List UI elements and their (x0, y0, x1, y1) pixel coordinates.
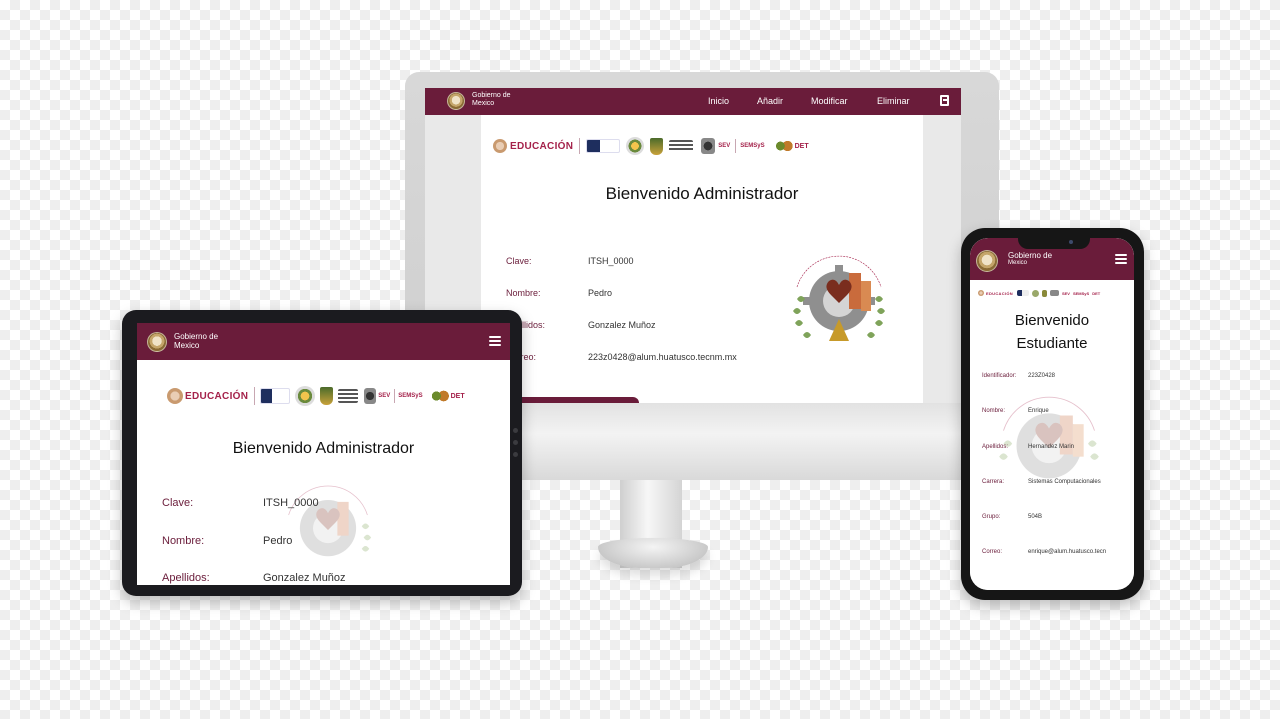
itsh-watermark-icon (288, 485, 372, 557)
tablet-header: Gobierno de Mexico (137, 323, 510, 360)
sev-emblem-icon (701, 138, 716, 154)
field-label-apellidos: Apellidos: (162, 572, 210, 584)
itsh-logo-icon (626, 137, 645, 155)
gobierno-veracruz-logo-icon (338, 389, 359, 403)
field-label-clave: Clave: (162, 497, 194, 509)
welcome-title: Bienvenido Administrador (232, 440, 415, 457)
field-label-nombre: Nombre: (982, 408, 1006, 414)
welcome-title: Bienvenido Administrador (605, 184, 799, 203)
sev-logo: SEV (378, 393, 391, 399)
exit-icon[interactable] (940, 95, 949, 106)
menu-hamburger-icon[interactable] (1115, 254, 1127, 264)
divider (735, 139, 737, 153)
tablet-sensor (513, 440, 518, 445)
menu-hamburger-icon[interactable] (489, 336, 501, 346)
field-value-grupo: 504B (1028, 514, 1043, 520)
divider (394, 389, 396, 403)
logo-strip: EDUCACIÓN SEV SEMSyS DET (493, 135, 863, 157)
nav-anadir[interactable]: Añadir (757, 96, 783, 106)
gov-seal-icon (976, 250, 998, 272)
tablet-screen: Gobierno de Mexico EDUCACIÓN SEV SEMSyS … (137, 323, 510, 585)
field-label-apellidos: Apellidos: (982, 444, 1009, 450)
tablet-content: EDUCACIÓN SEV SEMSyS DET Bienvenido Admi… (155, 360, 492, 585)
field-label-nombre: Nombre: (506, 288, 541, 298)
field-value-apellidos: Gonzalez Muñoz (263, 572, 346, 584)
field-value-apellidos: Gonzalez Muñoz (588, 320, 656, 330)
field-label-carrera: Carrera: (982, 479, 1005, 485)
semsys-logo: SEMSyS (398, 393, 423, 399)
field-value-correo: enrique@alum.huatusco.tecn (1028, 549, 1107, 555)
itsh-logo-icon (295, 386, 316, 406)
gobierno-veracruz-logo-icon (1049, 290, 1059, 296)
divider (254, 387, 256, 405)
educacion-logo: EDUCACIÓN (493, 139, 573, 153)
veracruz-shield-icon (650, 137, 664, 155)
logo-strip: EDUCACIÓN SEV SEMSyS DET (978, 288, 1128, 298)
itsh-emblem-icon (793, 255, 885, 341)
tecnm-logo-icon (1016, 290, 1029, 296)
gov-seal-icon (447, 92, 465, 110)
gov-brand: Gobierno de Mexico (174, 332, 219, 351)
logo-strip: EDUCACIÓN SEV SEMSyS DET (167, 383, 487, 409)
phone-screen: Gobierno de Mexico EDUCACIÓN SEV SEMSyS … (970, 238, 1134, 590)
nav-modificar[interactable]: Modificar (811, 96, 848, 106)
educacion-logo: EDUCACIÓN (986, 290, 1013, 296)
gov-seal-icon (147, 332, 167, 352)
field-label-grupo: Grupo: (982, 514, 1001, 520)
field-value-apellidos: Hernandez Marin (1028, 444, 1075, 450)
semsys-logo: SEMSyS (1072, 290, 1090, 296)
det-logo: DET (794, 142, 809, 150)
field-label-clave: Clave: (506, 256, 532, 266)
det-logo: DET (1092, 290, 1101, 296)
field-label-identificador: Identificador: (982, 373, 1017, 379)
field-value-clave: ITSH_0000 (263, 497, 319, 509)
desktop-header: Gobierno de Mexico Inicio Añadir Modific… (425, 88, 961, 115)
field-label-correo: Correo: (982, 549, 1003, 555)
phone-notch (1018, 233, 1090, 249)
desktop-content: EDUCACIÓN SEV SEMSyS DET Bienvenido Admi… (481, 115, 923, 403)
gobierno-veracruz-logo-icon (669, 140, 694, 152)
phone-camera-icon (1069, 240, 1073, 244)
field-value-identificador: 223Z0428 (1028, 373, 1056, 379)
tecnm-logo-icon (260, 388, 291, 404)
veracruz-shield-icon (1041, 289, 1047, 297)
itsh-logo-icon (1031, 289, 1039, 297)
sev-emblem-icon (364, 388, 377, 404)
tablet-camera (513, 428, 518, 433)
field-value-clave: ITSH_0000 (588, 256, 634, 266)
tecnm-logo-icon (586, 139, 621, 153)
field-value-nombre: Pedro (263, 535, 293, 547)
field-value-nombre: Pedro (588, 288, 613, 298)
educacion-emblem-icon (493, 139, 507, 153)
det-emblem-icon (774, 139, 793, 153)
monitor-base (598, 538, 708, 568)
gov-brand: Gobierno de Mexico (1008, 251, 1053, 267)
semsys-logo: SEMSyS (740, 143, 765, 149)
phone-content: EDUCACIÓN SEV SEMSyS DET Bienvenido Estu… (970, 280, 1134, 590)
field-value-correo: 223z0428@alum.huatusco.tecnm.mx (588, 352, 737, 362)
sev-logo: SEV (718, 143, 731, 149)
det-emblem-icon (430, 388, 449, 404)
det-logo: DET (450, 392, 465, 400)
field-value-nombre: Enrique (1028, 408, 1049, 414)
educacion-emblem-icon (978, 290, 984, 296)
gov-brand: Gobierno de Mexico (472, 92, 511, 108)
divider (579, 138, 581, 154)
nav-inicio[interactable]: Inicio (708, 96, 729, 106)
educacion-emblem-icon (167, 388, 183, 404)
tablet-sensor (513, 452, 518, 457)
welcome-title: Bienvenido Estudiante (1014, 312, 1090, 352)
field-value-carrera: Sistemas Computacionales (1028, 479, 1101, 485)
field-label-nombre: Nombre: (162, 535, 205, 547)
nav-eliminar[interactable]: Eliminar (877, 96, 910, 106)
educacion-logo: EDUCACIÓN (167, 388, 248, 404)
sev-logo: SEV (1061, 290, 1070, 296)
veracruz-shield-icon (320, 387, 334, 405)
